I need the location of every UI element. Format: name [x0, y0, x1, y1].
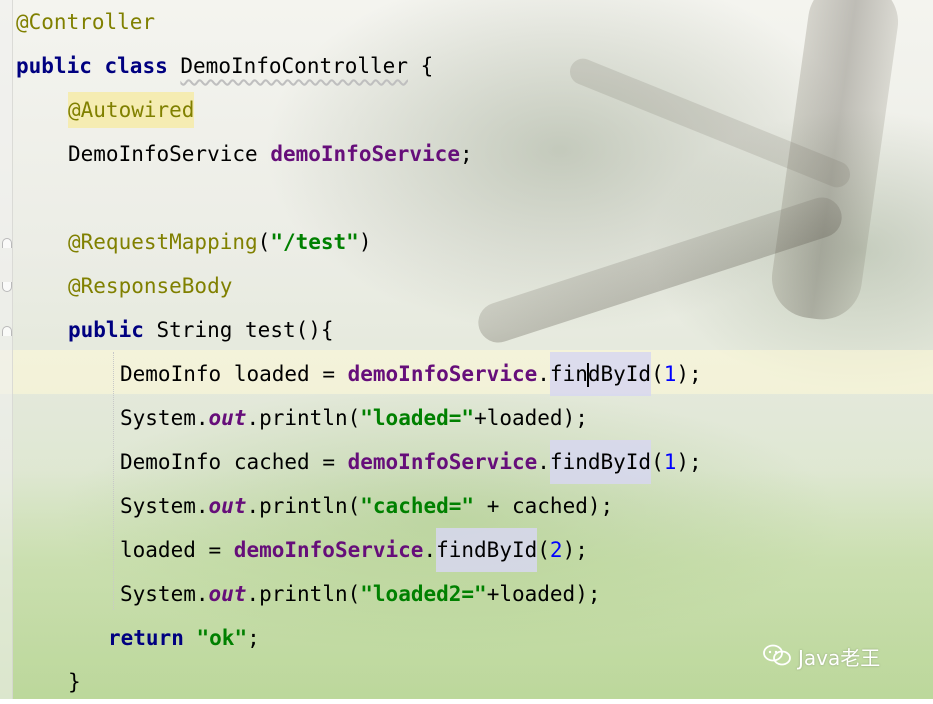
string-literal: "cached="	[360, 494, 475, 518]
operator: =	[195, 538, 234, 562]
static-field-out: out	[208, 582, 247, 606]
return-type: String	[156, 318, 233, 342]
concat: + cached);	[474, 494, 614, 518]
system-class: System	[120, 582, 196, 606]
code-line-11: DemoInfo cached = demoInfoService.findBy…	[120, 440, 702, 484]
code-line-1: @Controller	[16, 0, 155, 44]
code-line-7: @ResponseBody	[68, 264, 232, 308]
brace: }	[68, 670, 81, 694]
println-call: println(	[259, 582, 361, 606]
operator: =	[309, 450, 348, 474]
annotation-autowired: @Autowired	[68, 92, 195, 128]
var-name: loaded	[120, 538, 196, 562]
annotation-request-mapping: @RequestMapping	[68, 230, 258, 254]
text-cursor	[586, 363, 589, 387]
code-line-12: System.out.println("cached=" + cached);	[120, 484, 613, 528]
static-field-out: out	[208, 494, 247, 518]
arg: 1	[663, 450, 677, 474]
dot: .	[195, 406, 209, 430]
dot: .	[246, 494, 260, 518]
semicolon: ;	[459, 142, 473, 166]
fold-marker-icon[interactable]	[2, 238, 12, 248]
println-call: println(	[259, 406, 361, 430]
println-call: println(	[259, 494, 361, 518]
dot: .	[423, 538, 437, 562]
code-line-6: @RequestMapping("/test")	[68, 230, 372, 254]
concat: +loaded);	[474, 406, 588, 430]
brace: {	[407, 54, 434, 78]
keyword-class: class	[104, 54, 168, 78]
code-line-13: loaded = demoInfoService.findById(2);	[120, 528, 588, 572]
field-type: DemoInfoService	[68, 142, 258, 166]
keyword-return: return	[108, 626, 184, 650]
arg: 1	[663, 362, 677, 386]
static-field-out: out	[208, 406, 247, 430]
fold-marker-icon[interactable]	[2, 326, 12, 336]
type-name: DemoInfo	[120, 450, 222, 474]
dot: .	[537, 362, 550, 386]
mapping-path: "/test"	[270, 230, 359, 254]
field-ref: demoInfoService	[347, 362, 538, 386]
watermark-text: Java老王	[798, 646, 881, 670]
field-ref: demoInfoService	[233, 538, 424, 562]
keyword-public: public	[16, 54, 92, 78]
dot: .	[537, 450, 550, 474]
string-literal: "loaded2="	[360, 582, 487, 606]
arg: 2	[549, 538, 563, 562]
method-call-findbyid: findById	[436, 528, 538, 572]
code-line-3: @Autowired	[68, 88, 195, 132]
semicolon: ;	[247, 626, 260, 650]
string-literal: "loaded="	[360, 406, 475, 430]
method-signature: test(){	[245, 318, 334, 342]
system-class: System	[120, 406, 196, 430]
dot: .	[246, 582, 260, 606]
wechat-chat-icon	[762, 643, 792, 676]
operator: =	[309, 362, 348, 386]
code-line-10: System.out.println("loaded="+loaded);	[120, 396, 588, 440]
field-name: demoInfoService	[270, 142, 460, 166]
code-line-16: }	[68, 660, 81, 704]
method-call-findbyid: findById	[549, 352, 652, 396]
var-name: cached	[233, 450, 310, 474]
var-name: loaded	[233, 362, 310, 386]
type-name: DemoInfo	[120, 362, 222, 386]
string-literal: "ok"	[196, 626, 248, 650]
code-line-15: return "ok";	[108, 616, 260, 660]
fold-marker-icon[interactable]	[2, 282, 12, 292]
watermark: Java老王	[762, 642, 880, 674]
system-class: System	[120, 494, 196, 518]
indent-guide	[113, 352, 114, 610]
keyword-public: public	[68, 318, 144, 342]
concat: +loaded);	[486, 582, 601, 606]
class-name: DemoInfoController	[180, 54, 408, 78]
annotation-controller: @Controller	[16, 10, 156, 34]
dot: .	[246, 406, 260, 430]
editor-gutter	[0, 0, 13, 699]
code-line-4: DemoInfoService demoInfoService;	[68, 132, 473, 176]
code-line-2: public class DemoInfoController {	[16, 44, 433, 88]
method-call-findbyid: findById	[549, 440, 652, 484]
dot: .	[195, 582, 209, 606]
code-line-14: System.out.println("loaded2="+loaded);	[120, 572, 601, 616]
dot: .	[195, 494, 209, 518]
code-line-9: DemoInfo loaded = demoInfoService.findBy…	[120, 352, 702, 396]
field-ref: demoInfoService	[347, 450, 538, 474]
code-line-8: public String test(){	[68, 308, 334, 352]
annotation-response-body: @ResponseBody	[68, 274, 233, 298]
